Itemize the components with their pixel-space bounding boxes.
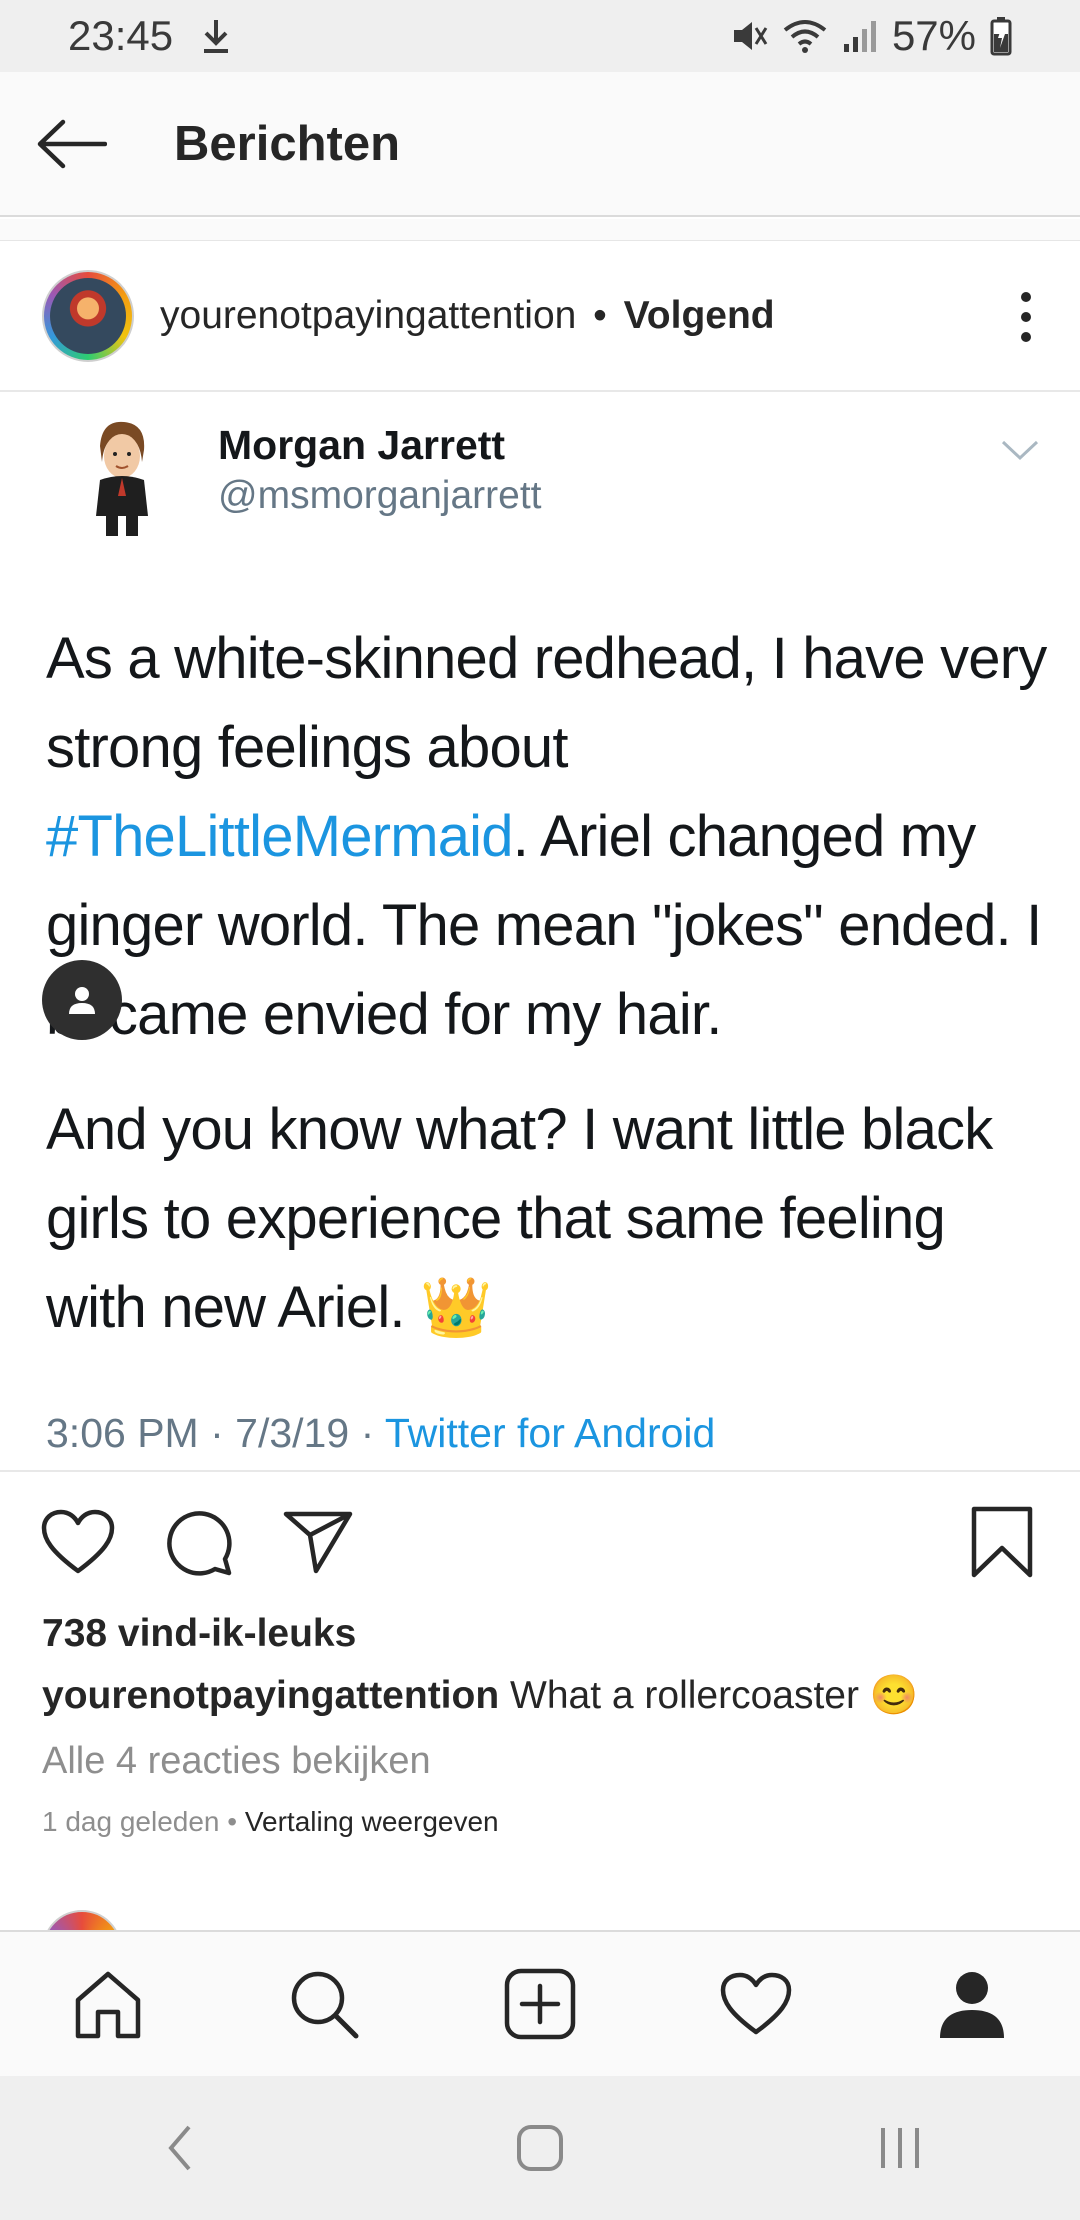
post-user-line: yourenotpayingattention • Volgend <box>160 294 775 338</box>
activity-icon[interactable] <box>706 1954 806 2054</box>
system-home-icon[interactable] <box>480 2088 600 2208</box>
tagged-people-icon[interactable] <box>42 960 122 1040</box>
share-icon[interactable] <box>278 1502 358 1582</box>
tweet-meta: 3:06 PM · 7/3/19 · Twitter for Android <box>46 1410 716 1456</box>
clock: 23:45 <box>68 12 174 59</box>
post-header: yourenotpayingattention • Volgend <box>0 242 1080 392</box>
post-username[interactable]: yourenotpayingattention <box>160 294 576 337</box>
mute-icon <box>728 16 768 56</box>
tweet-paragraph-2: And you know what? I want little black g… <box>46 1097 993 1340</box>
new-post-icon[interactable] <box>490 1954 590 2054</box>
post-meta: 1 dag geleden • Vertaling weergeven <box>42 1806 499 1837</box>
system-back-icon[interactable] <box>120 2088 240 2208</box>
caption: yourenotpayingattention What a rollercoa… <box>42 1672 918 1718</box>
divider <box>0 219 1080 241</box>
tweet-text: As a white-skinned redhead, I have very … <box>46 614 1056 1378</box>
status-bar: 23:45 57% <box>0 0 1080 72</box>
tweet-paragraph-1: As a white-skinned redhead, I have very … <box>46 626 1047 1047</box>
caption-username[interactable]: yourenotpayingattention <box>42 1674 499 1717</box>
like-icon[interactable] <box>38 1502 118 1582</box>
system-nav <box>0 2076 1080 2220</box>
back-arrow-icon[interactable] <box>0 71 146 216</box>
avatar[interactable] <box>42 270 134 362</box>
comment-icon[interactable] <box>158 1502 238 1582</box>
profile-icon[interactable] <box>922 1954 1022 2054</box>
home-icon[interactable] <box>58 1954 158 2054</box>
post-actions <box>0 1472 1080 1612</box>
system-recents-icon[interactable] <box>840 2088 960 2208</box>
tweet-author-name: Morgan Jarrett <box>218 422 506 468</box>
battery-icon <box>990 16 1012 56</box>
post-image: Morgan Jarrett @msmorganjarrett As a whi… <box>0 394 1080 1470</box>
post-time: 1 dag geleden <box>42 1806 220 1837</box>
following-button[interactable]: Volgend <box>624 294 775 337</box>
bookmark-icon[interactable] <box>962 1502 1042 1582</box>
download-icon <box>201 18 231 54</box>
wifi-icon <box>782 16 828 56</box>
app-header: Berichten <box>0 72 1080 217</box>
tweet-source: Twitter for Android <box>384 1410 716 1456</box>
chevron-down-icon <box>1000 438 1040 467</box>
bottom-nav <box>0 1930 1080 2076</box>
tweet-author-avatar <box>82 416 162 540</box>
search-icon[interactable] <box>274 1954 374 2054</box>
separator-dot: • <box>593 294 607 337</box>
hashtag-link: #TheLittleMermaid <box>46 804 514 869</box>
more-options-icon[interactable] <box>1016 292 1036 342</box>
tweet-author-handle: @msmorganjarrett <box>218 474 542 517</box>
page-title: Berichten <box>174 116 401 171</box>
caption-text: What a rollercoaster 😊 <box>510 1674 919 1717</box>
like-count[interactable]: 738 vind-ik-leuks <box>42 1612 356 1656</box>
view-comments-link[interactable]: Alle 4 reacties bekijken <box>42 1740 431 1783</box>
battery-percent: 57% <box>891 12 976 59</box>
translate-link[interactable]: Vertaling weergeven <box>245 1806 499 1837</box>
signal-icon <box>842 18 878 54</box>
